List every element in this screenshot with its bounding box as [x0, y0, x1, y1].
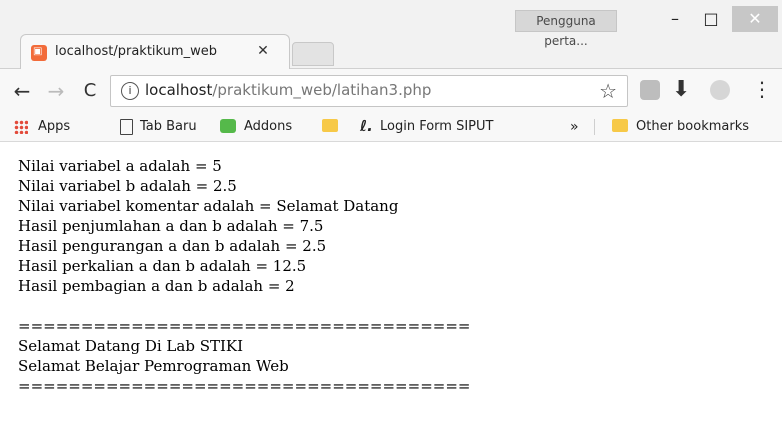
forward-button[interactable]: → — [42, 77, 70, 105]
other-bookmarks-folder-icon — [612, 119, 628, 132]
page-content: Nilai variabel a adalah = 5 Nilai variab… — [18, 156, 758, 396]
maximize-button[interactable]: □ — [696, 6, 726, 32]
close-window-button[interactable]: ✕ — [732, 6, 778, 32]
bookmark-other[interactable]: Other bookmarks — [636, 119, 749, 134]
output-line: Nilai variabel a adalah = 5 — [18, 157, 222, 175]
more-bookmarks-chevron-icon[interactable]: » — [570, 119, 579, 135]
siput-icon: ℓ. — [360, 117, 373, 135]
output-line: Hasil pembagian a dan b adalah = 2 — [18, 277, 295, 295]
new-tab-button[interactable] — [292, 42, 334, 66]
back-button[interactable]: ← — [8, 77, 36, 105]
bookmarks-bar: Apps Tab Baru Addons ℓ. Login Form SIPUT… — [0, 113, 782, 142]
download-icon[interactable]: ⬇ — [672, 77, 690, 102]
output-line: Hasil penjumlahan a dan b adalah = 7.5 — [18, 217, 324, 235]
url-text[interactable]: localhost/praktikum_web/latihan3.php — [145, 81, 431, 99]
greeting-line: Selamat Datang Di Lab STIKI — [18, 337, 244, 355]
bookmark-apps[interactable]: Apps — [38, 119, 70, 134]
bookmark-login-siput[interactable]: Login Form SIPUT — [380, 119, 493, 134]
reload-button[interactable]: C — [76, 77, 104, 105]
tab-close-icon[interactable]: ✕ — [255, 43, 271, 59]
separator-line: ==================================== — [18, 377, 471, 395]
page-icon — [120, 119, 133, 135]
bookmarks-divider — [594, 119, 595, 135]
favicon-icon — [31, 45, 47, 61]
bookmark-star-icon[interactable]: ☆ — [599, 79, 617, 103]
output-line: Nilai variabel b adalah = 2.5 — [18, 177, 237, 195]
bookmark-tab-baru[interactable]: Tab Baru — [140, 119, 197, 134]
output-line: Hasil perkalian a dan b adalah = 12.5 — [18, 257, 307, 275]
url-host: localhost — [145, 81, 213, 99]
tab-active[interactable]: localhost/praktikum_web ✕ — [20, 34, 290, 69]
address-bar[interactable]: i localhost/praktikum_web/latihan3.php ☆ — [110, 75, 628, 107]
toolbar: ← → C i localhost/praktikum_web/latihan3… — [0, 69, 782, 113]
info-icon[interactable]: i — [121, 82, 139, 100]
output-line: Hasil pengurangan a dan b adalah = 2.5 — [18, 237, 327, 255]
greeting-line: Selamat Belajar Pemrograman Web — [18, 357, 289, 375]
extension-globe-icon[interactable] — [710, 80, 730, 100]
tab-title: localhost/praktikum_web — [55, 44, 217, 59]
minimize-button[interactable]: – — [660, 6, 690, 32]
profile-button[interactable]: Pengguna perta... — [515, 10, 617, 48]
extension-icon[interactable] — [640, 80, 660, 100]
menu-icon[interactable]: ⋮ — [752, 77, 772, 101]
apps-grid-icon[interactable] — [14, 120, 28, 134]
separator-line: ==================================== — [18, 317, 471, 335]
folder-icon[interactable] — [322, 119, 338, 132]
bookmark-addons[interactable]: Addons — [244, 119, 292, 134]
url-path: /praktikum_web/latihan3.php — [212, 81, 432, 99]
title-bar: Pengguna perta... – □ ✕ localhost/prakti… — [0, 0, 782, 69]
addons-icon — [220, 119, 236, 133]
output-line: Nilai variabel komentar adalah = Selamat… — [18, 197, 399, 215]
